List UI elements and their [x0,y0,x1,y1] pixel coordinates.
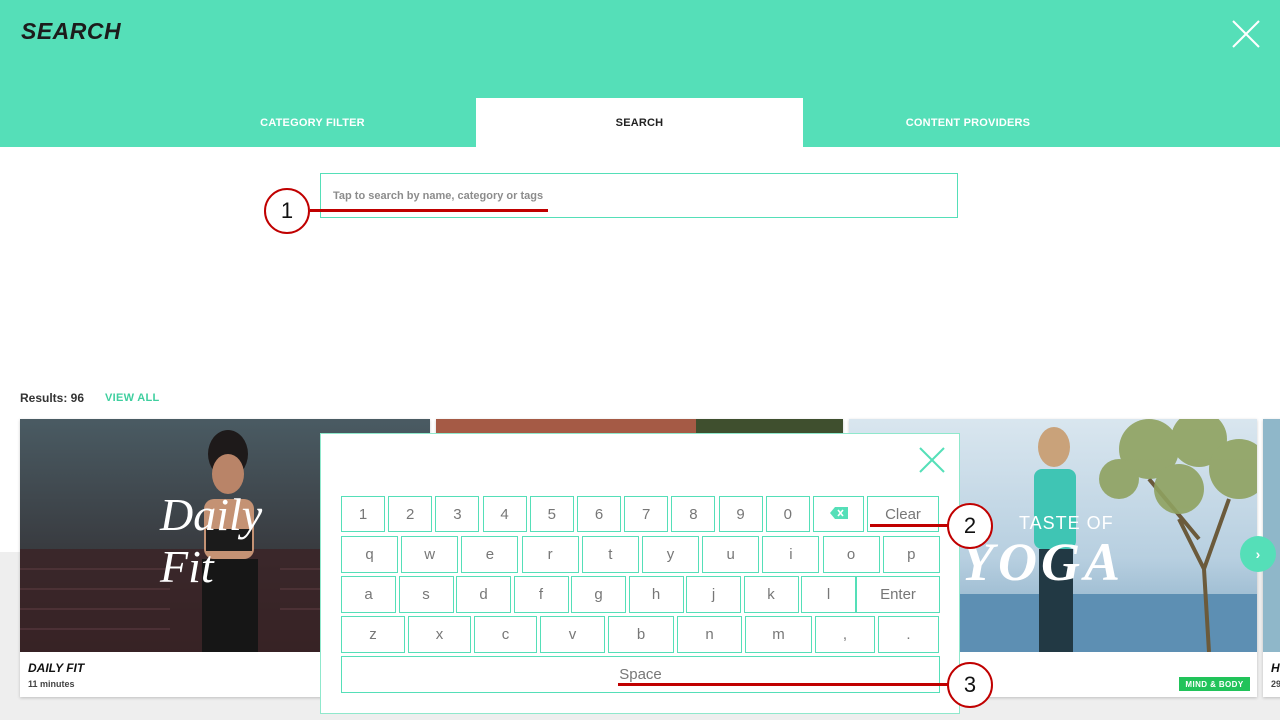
results-count: Results: 96 [20,391,85,405]
key-u[interactable]: u [702,536,760,573]
key-s[interactable]: s [398,576,454,613]
key-4[interactable]: 4 [482,496,527,532]
header-bar: SEARCH CATEGORY FILTER SEARCH CONTENT PR… [0,0,1280,147]
key-f[interactable]: f [513,576,569,613]
key-w[interactable]: w [401,536,459,573]
card-image [1263,419,1280,652]
key-b[interactable]: b [608,616,674,653]
key-1[interactable]: 1 [341,496,385,532]
key-2[interactable]: 2 [388,496,433,532]
annotation-marker-1: 1 [264,188,310,234]
backspace-icon [829,506,848,523]
key-x[interactable]: x [408,616,471,653]
key-7[interactable]: 7 [624,496,669,532]
key-9[interactable]: 9 [718,496,763,532]
chevron-right-icon: › [1255,546,1261,562]
key-i[interactable]: i [762,536,820,573]
key-q[interactable]: q [341,536,398,573]
key-j[interactable]: j [686,576,741,613]
card-title: H [1271,661,1280,675]
page-title: SEARCH [21,18,122,44]
keyboard-close-icon[interactable] [918,446,946,474]
annotation-marker-2: 2 [947,503,993,549]
annotation-underline-1 [310,209,548,212]
key-comma[interactable]: , [815,616,875,653]
key-g[interactable]: g [571,576,626,613]
key-t[interactable]: t [581,536,639,573]
key-d[interactable]: d [456,576,511,613]
key-a[interactable]: a [341,576,396,613]
annotation-underline-3 [618,683,948,686]
card-image-text: Daily Fit [160,489,263,592]
annotation-underline-2 [870,524,948,527]
annotation-marker-3: 3 [947,662,993,708]
key-h[interactable]: h [628,576,684,613]
tab-content-providers[interactable]: CONTENT PROVIDERS [803,98,1133,147]
key-k[interactable]: k [743,576,799,613]
key-p[interactable]: p [882,536,940,573]
backspace-key[interactable] [813,496,864,532]
category-tag: MIND & BODY [1179,677,1250,691]
key-e[interactable]: e [461,536,519,573]
key-r[interactable]: r [521,536,579,573]
card-title: DAILY FIT [28,661,85,675]
key-l[interactable]: l [801,576,856,613]
key-3[interactable]: 3 [435,496,480,532]
key-5[interactable]: 5 [529,496,574,532]
close-icon[interactable] [1230,18,1262,50]
key-y[interactable]: y [642,536,699,573]
key-m[interactable]: m [745,616,812,653]
tab-category-filter[interactable]: CATEGORY FILTER [149,98,476,147]
key-period[interactable]: . [878,616,939,653]
card-duration: 29 [1271,679,1280,689]
view-all-link[interactable]: VIEW ALL [105,392,160,404]
key-v[interactable]: v [540,616,605,653]
space-key[interactable]: Space [341,656,940,693]
key-8[interactable]: 8 [671,496,716,532]
key-n[interactable]: n [677,616,742,653]
card-duration: 11 minutes [28,679,75,689]
key-o[interactable]: o [822,536,880,573]
tab-search[interactable]: SEARCH [476,98,803,147]
key-c[interactable]: c [474,616,537,653]
key-0[interactable]: 0 [765,496,810,532]
enter-key[interactable]: Enter [856,576,940,613]
carousel-next-button[interactable]: › [1240,536,1276,572]
key-z[interactable]: z [341,616,405,653]
key-6[interactable]: 6 [577,496,621,532]
